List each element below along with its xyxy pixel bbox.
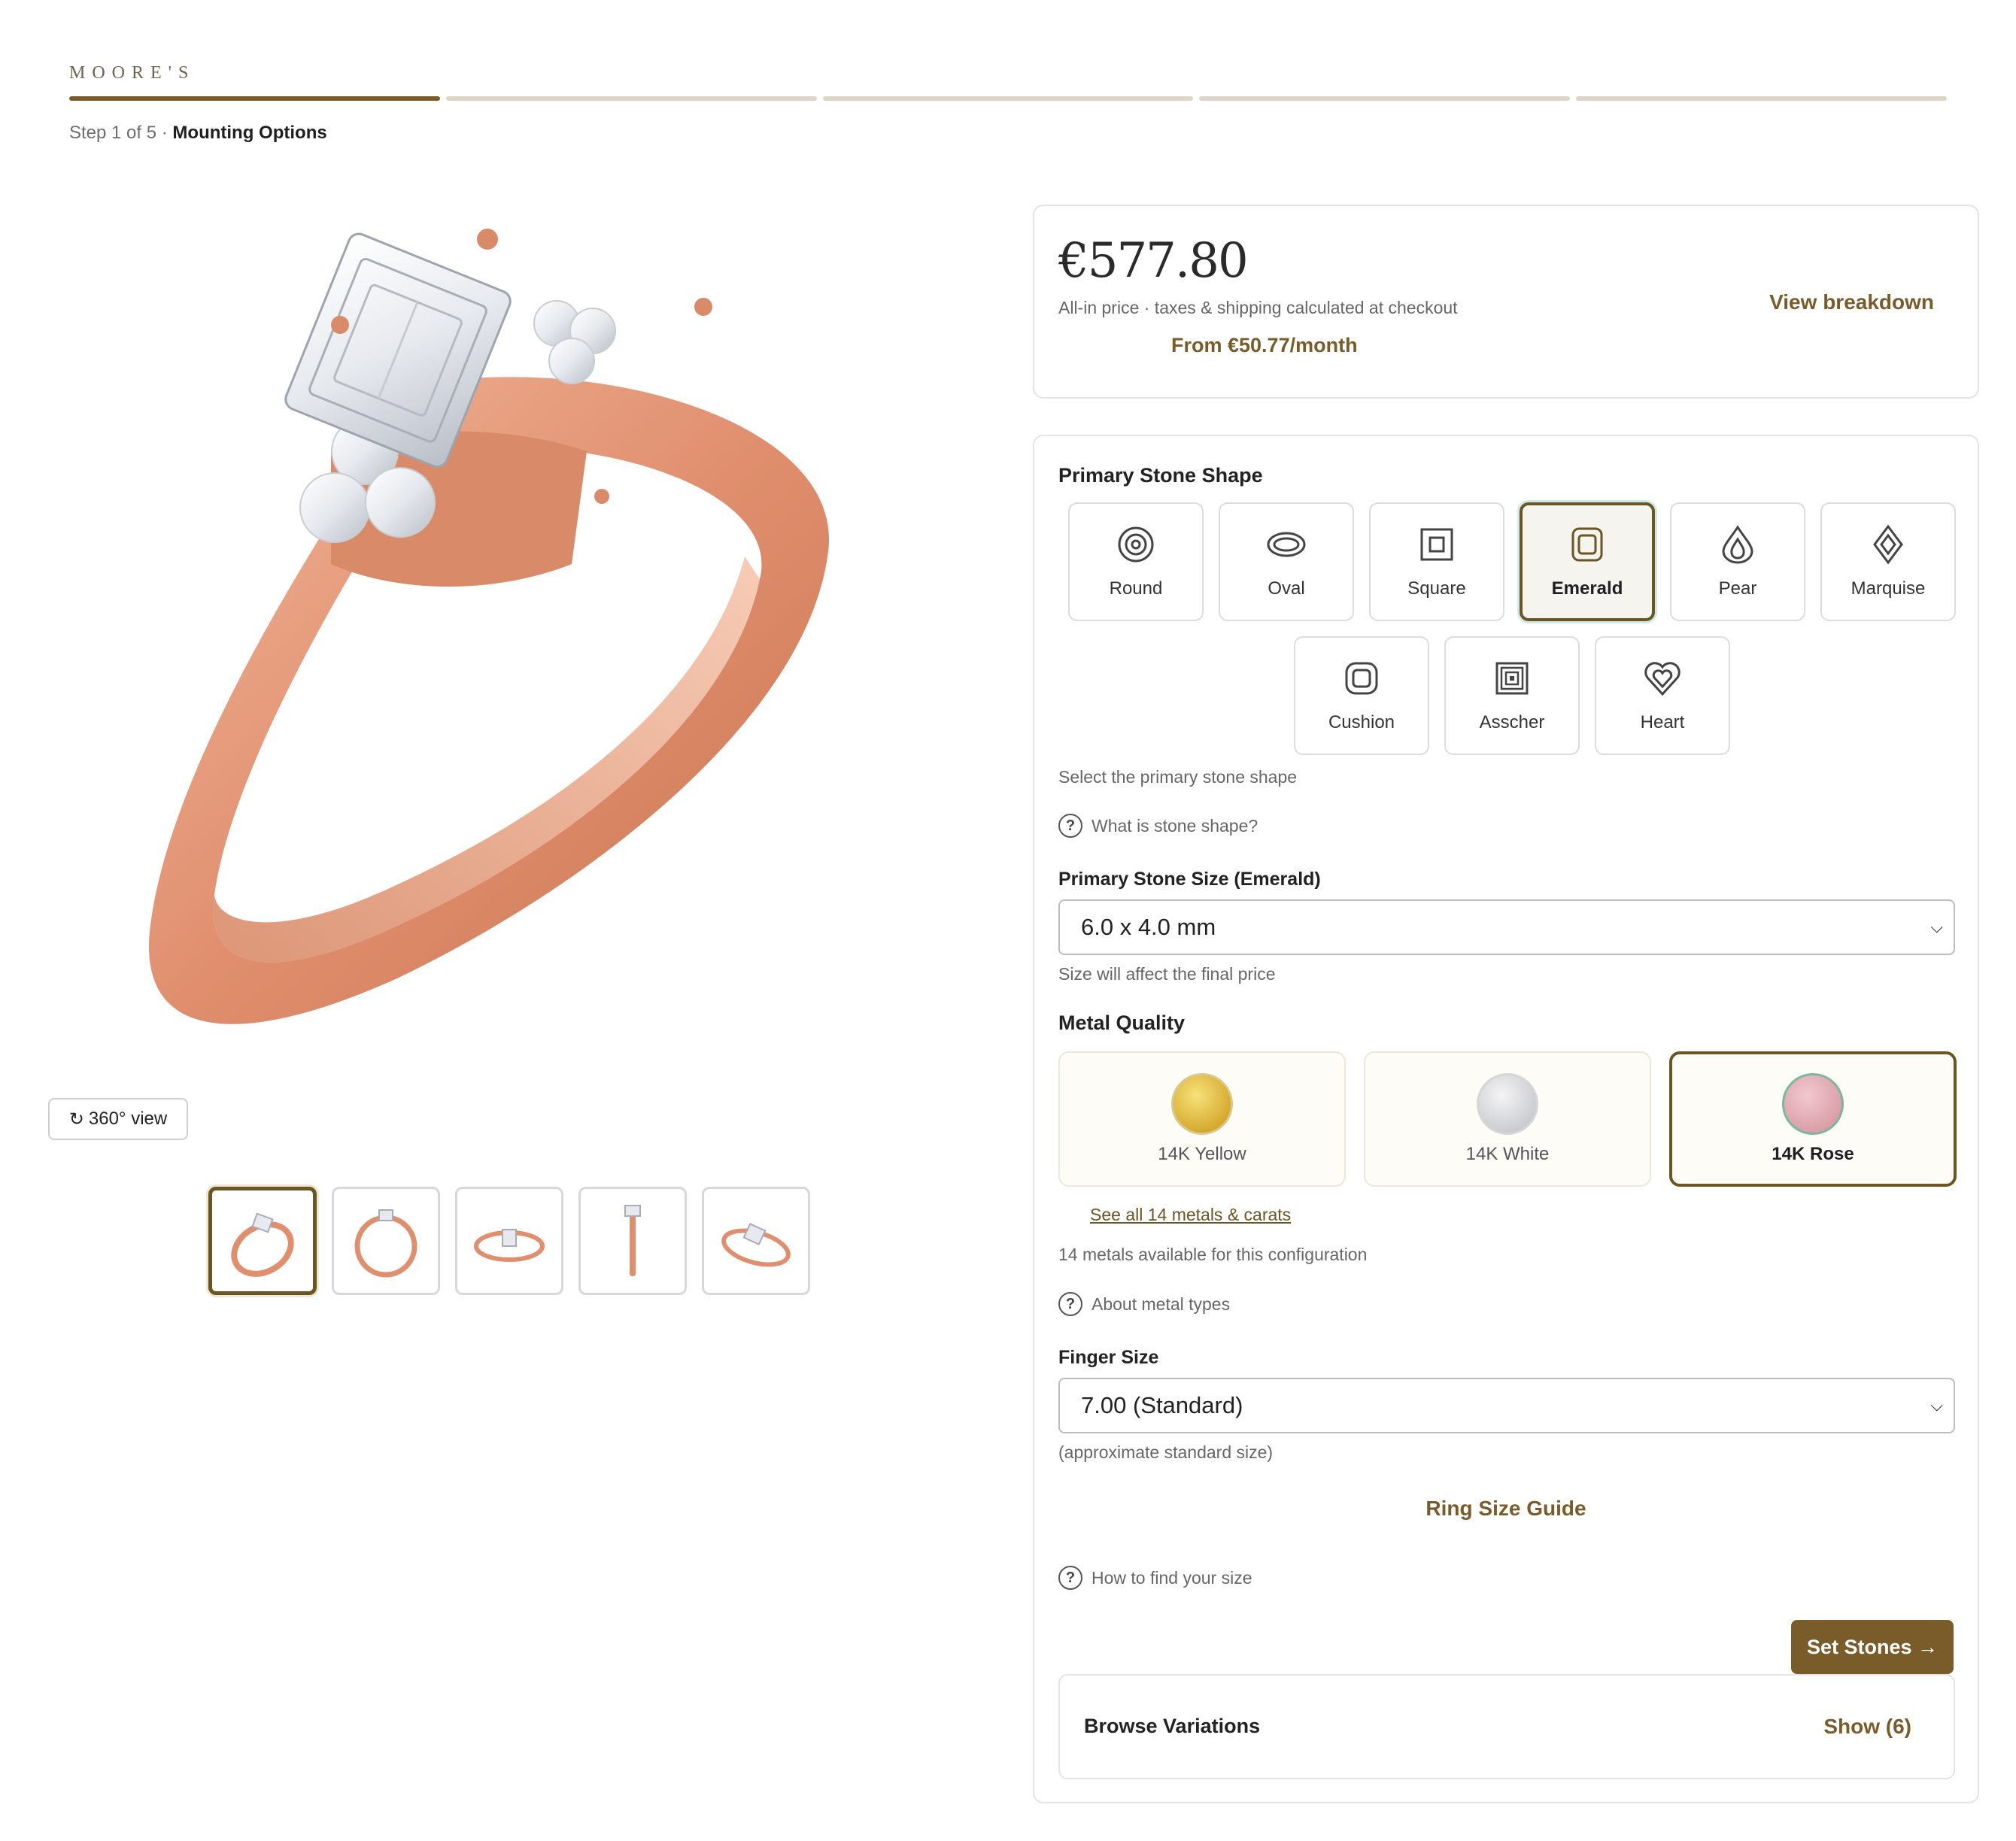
stone-size-hint: Size will affect the final price <box>1058 964 1276 984</box>
metal-label: 14K White <box>1465 1144 1550 1164</box>
stone-size-value: 6.0 x 4.0 mm <box>1081 914 1216 940</box>
see-all-metals-link[interactable]: See all 14 metals & carats <box>1090 1205 1291 1225</box>
stone-shape-label: Primary Stone Shape <box>1058 464 1263 487</box>
metal-option-rose[interactable]: 14K Rose <box>1669 1051 1957 1187</box>
metal-options: 14K Yellow 14K White 14K Rose <box>1058 1051 1957 1187</box>
browse-variations-panel[interactable]: Browse Variations Show (6) <box>1058 1674 1955 1779</box>
shape-option-heart[interactable]: Heart <box>1595 636 1730 755</box>
finger-size-help-link[interactable]: ? How to find your size <box>1058 1566 1252 1590</box>
metal-option-white[interactable]: 14K White <box>1364 1051 1651 1187</box>
shape-label: Pear <box>1718 578 1757 599</box>
chevron-down-icon: ⌵ <box>1930 1396 1943 1415</box>
metal-label: 14K Rose <box>1772 1144 1854 1164</box>
pear-shape-icon <box>1722 525 1753 564</box>
rose-gold-swatch <box>1782 1073 1844 1135</box>
shape-label: Oval <box>1268 578 1305 599</box>
progress-segment-2 <box>445 96 817 101</box>
stone-size-select[interactable]: 6.0 x 4.0 mm ⌵ <box>1058 899 1955 955</box>
product-main-image[interactable] <box>105 203 873 1090</box>
metal-quality-label: Metal Quality <box>1058 1011 1186 1034</box>
configuration-card: Primary Stone Shape Round Oval Square Em… <box>1033 435 1979 1803</box>
price-amount: €577.80 <box>1058 233 1249 289</box>
shape-option-asscher[interactable]: Asscher <box>1444 636 1580 755</box>
question-icon: ? <box>1058 1566 1082 1590</box>
help-text: How to find your size <box>1091 1567 1252 1588</box>
cushion-shape-icon <box>1345 662 1378 695</box>
metal-count-note: 14 metals available for this configurati… <box>1058 1245 1368 1264</box>
shape-label: Cushion <box>1328 712 1395 732</box>
shape-option-square[interactable]: Square <box>1369 502 1504 621</box>
emerald-shape-icon <box>1571 527 1603 562</box>
thumbnail-angled[interactable] <box>208 1187 317 1295</box>
shape-label: Round <box>1109 578 1163 599</box>
finger-size-hint: (approximate standard size) <box>1058 1442 1274 1462</box>
price-card: €577.80 All-in price · taxes & shipping … <box>1033 205 1979 399</box>
progress-segment-1 <box>69 96 440 101</box>
finger-size-value: 7.00 (Standard) <box>1081 1392 1243 1418</box>
shape-label: Marquise <box>1851 578 1926 599</box>
round-shape-icon <box>1118 526 1154 563</box>
show-variations-button[interactable]: Show (6) <box>1823 1715 1911 1739</box>
step-name: Mounting Options <box>172 123 327 143</box>
thumbnail-side[interactable] <box>578 1187 687 1295</box>
step-indicator: Step 1 of 5 · Mounting Options <box>69 123 327 144</box>
set-stones-button[interactable]: Set Stones → <box>1791 1620 1954 1674</box>
yellow-gold-swatch <box>1171 1073 1233 1135</box>
progress-segment-4 <box>1199 96 1571 101</box>
asscher-shape-icon <box>1495 662 1529 695</box>
white-gold-swatch <box>1477 1073 1538 1135</box>
question-icon: ? <box>1058 814 1082 838</box>
progress-segment-3 <box>822 96 1194 101</box>
stone-size-label: Primary Stone Size (Emerald) <box>1058 869 1321 890</box>
question-icon: ? <box>1058 1292 1082 1316</box>
stone-shape-options: Round Oval Square Emerald Pear Marquise … <box>1063 502 1961 755</box>
ring-size-guide-link[interactable]: Ring Size Guide <box>1034 1497 1978 1521</box>
chevron-down-icon: ⌵ <box>1930 917 1943 936</box>
thumbnail-front[interactable] <box>332 1187 440 1295</box>
help-text: About metal types <box>1091 1294 1231 1314</box>
view-360-button[interactable]: ↻ 360° view <box>48 1098 188 1140</box>
stone-shape-help-link[interactable]: ? What is stone shape? <box>1058 814 1258 838</box>
price-note: All-in price · taxes & shipping calculat… <box>1058 298 1458 317</box>
marquise-shape-icon <box>1873 524 1903 565</box>
progress-segment-5 <box>1576 96 1947 101</box>
metal-option-yellow[interactable]: 14K Yellow <box>1058 1051 1346 1187</box>
finger-size-label: Finger Size <box>1058 1347 1159 1368</box>
finger-size-select[interactable]: 7.00 (Standard) ⌵ <box>1058 1378 1955 1433</box>
monthly-financing: From €50.77/month <box>1171 334 1358 356</box>
square-shape-icon <box>1420 528 1453 561</box>
shape-option-pear[interactable]: Pear <box>1670 502 1805 621</box>
shape-option-cushion[interactable]: Cushion <box>1294 636 1429 755</box>
step-counter: Step 1 of 5 · <box>69 123 173 143</box>
thumbnail-perspective[interactable] <box>702 1187 810 1295</box>
metal-label: 14K Yellow <box>1158 1144 1246 1164</box>
thumbnail-top[interactable] <box>455 1187 563 1295</box>
shape-label: Asscher <box>1479 712 1545 732</box>
shape-option-oval[interactable]: Oval <box>1219 502 1354 621</box>
heart-shape-icon <box>1644 662 1681 696</box>
stone-shape-hint: Select the primary stone shape <box>1058 767 1298 787</box>
shape-option-marquise[interactable]: Marquise <box>1820 502 1956 621</box>
shape-label: Square <box>1407 578 1466 599</box>
view-360-label: 360° view <box>88 1109 168 1129</box>
view-breakdown-link[interactable]: View breakdown <box>1769 290 1934 314</box>
shape-option-emerald[interactable]: Emerald <box>1520 502 1655 621</box>
shape-label: Heart <box>1640 712 1685 732</box>
shape-option-round[interactable]: Round <box>1068 502 1204 621</box>
shape-label: Emerald <box>1551 578 1623 599</box>
browse-variations-title: Browse Variations <box>1084 1715 1261 1737</box>
brand-logo: MOORE'S <box>69 63 196 83</box>
thumbnail-strip <box>208 1187 810 1295</box>
help-text: What is stone shape? <box>1091 815 1258 836</box>
rotate-icon: ↻ <box>68 1109 84 1130</box>
metal-help-link[interactable]: ? About metal types <box>1058 1292 1230 1316</box>
oval-shape-icon <box>1267 532 1306 557</box>
step-progress-bar <box>69 96 1947 102</box>
